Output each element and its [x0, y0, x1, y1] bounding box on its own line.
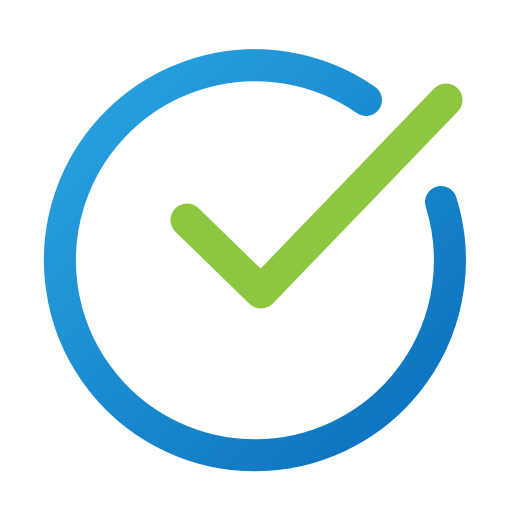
check-circle-icon [43, 49, 466, 472]
app-icon-canvas [0, 0, 512, 512]
check-mark [170, 83, 463, 309]
ring-arc [43, 49, 466, 472]
